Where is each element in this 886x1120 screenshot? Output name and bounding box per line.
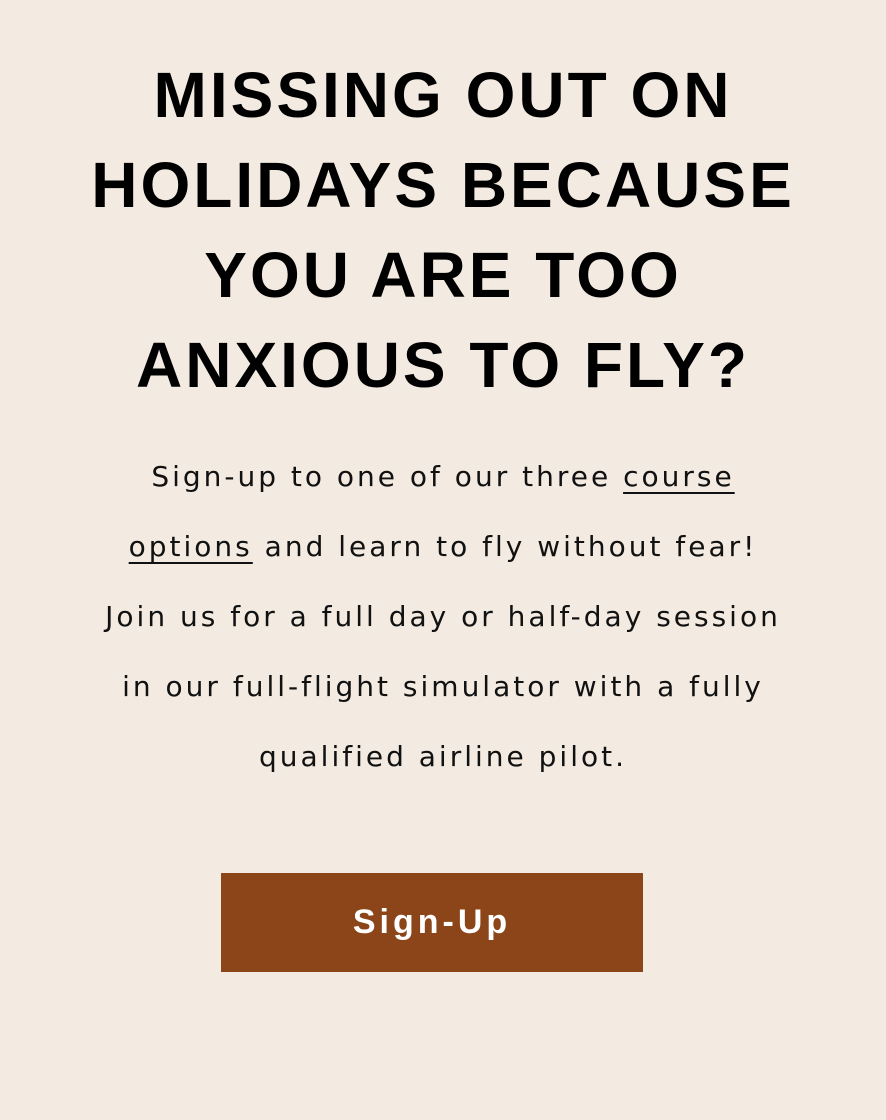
intro-line-4: in our full-flight simulator with a full… <box>122 670 764 703</box>
intro-text: Sign-up to one of our three <box>151 460 624 493</box>
headline-line: ANXIOUS TO FLY? <box>136 329 750 401</box>
sign-up-button[interactable]: Sign-Up <box>221 873 643 972</box>
intro-paragraph: Sign-up to one of our three course optio… <box>30 442 856 792</box>
intro-line-3: Join us for a full day or half-day sessi… <box>105 600 781 633</box>
course-options-link-continued[interactable]: options <box>129 530 253 563</box>
hero-section: MISSING OUT ON HOLIDAYS BECAUSE YOU ARE … <box>0 0 886 1120</box>
course-options-link[interactable]: course <box>623 460 735 493</box>
page-title: MISSING OUT ON HOLIDAYS BECAUSE YOU ARE … <box>60 50 826 410</box>
intro-line-1: Sign-up to one of our three course <box>30 442 856 512</box>
headline-line: YOU ARE TOO <box>204 239 682 311</box>
sign-up-button-label: Sign-Up <box>352 903 512 941</box>
intro-text: and learn to fly without fear! <box>252 530 758 563</box>
intro-line-2: options and learn to fly without fear! <box>30 512 856 582</box>
headline-line: HOLIDAYS BECAUSE <box>91 149 795 221</box>
headline-line: MISSING OUT ON <box>153 59 733 131</box>
intro-line-5: qualified airline pilot. <box>259 740 627 773</box>
